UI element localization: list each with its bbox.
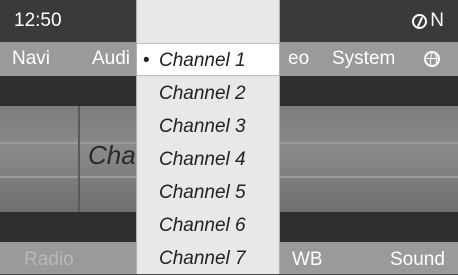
- submenu-item-sound[interactable]: Sound: [390, 249, 445, 271]
- channel-option-6[interactable]: Channel 6: [137, 209, 279, 242]
- menu-item-navi[interactable]: Navi: [12, 48, 50, 70]
- menu-item-system[interactable]: System: [332, 48, 395, 70]
- compass-indicator: N: [412, 10, 444, 32]
- menu-item-video[interactable]: eo: [288, 48, 309, 70]
- channel-option-4[interactable]: Channel 4: [137, 143, 279, 176]
- menu-item-audio[interactable]: Audi: [92, 48, 130, 70]
- submenu-item-wb[interactable]: WB: [292, 249, 323, 271]
- list-header-space: [137, 0, 279, 42]
- current-channel-text: Cha: [88, 140, 136, 170]
- channel-option-5[interactable]: Channel 5: [137, 176, 279, 209]
- channel-label: Channel 1: [159, 50, 246, 71]
- clock: 12:50: [14, 10, 62, 31]
- head-unit-screen: 12:50 N Navi Audi eo System Cha Radio WB…: [0, 0, 458, 274]
- channel-list: • Channel 1 Channel 2 Channel 3 Channel …: [136, 0, 280, 274]
- heading-label: N: [430, 10, 444, 31]
- channel-option-3[interactable]: Channel 3: [137, 110, 279, 143]
- submenu-item-radio[interactable]: Radio: [24, 249, 74, 271]
- globe-icon[interactable]: [424, 51, 440, 67]
- band-divider: [78, 106, 80, 212]
- channel-label: Channel 7: [159, 248, 246, 269]
- channel-label: Channel 5: [159, 182, 246, 203]
- channel-option-2[interactable]: Channel 2: [137, 77, 279, 110]
- compass-icon: [412, 13, 428, 29]
- channel-label: Channel 2: [159, 83, 246, 104]
- channel-label: Channel 4: [159, 149, 246, 170]
- channel-label: Channel 3: [159, 116, 246, 137]
- channel-label: Channel 6: [159, 215, 246, 236]
- channel-option-1[interactable]: • Channel 1: [137, 43, 279, 76]
- channel-option-7[interactable]: Channel 7: [137, 242, 279, 275]
- selected-bullet-icon: •: [143, 50, 150, 71]
